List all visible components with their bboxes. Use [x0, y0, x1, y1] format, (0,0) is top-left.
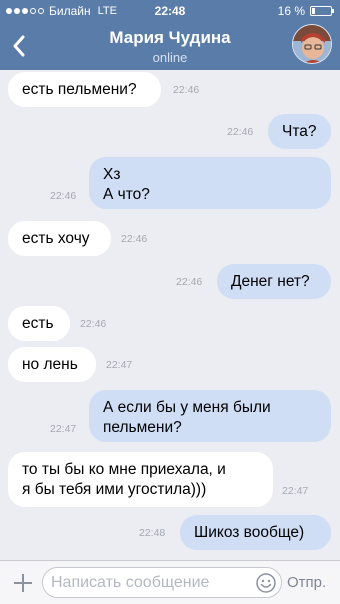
battery-icon: [310, 6, 334, 16]
message-text: то ты бы ко мне приехала, и: [22, 461, 226, 478]
composer-bar: Написать сообщение Отпр.: [0, 560, 340, 604]
message-time: 22:47: [282, 485, 309, 497]
status-bar: Билайн LTE 22:48 16 %: [0, 0, 340, 22]
message-text: есть пельмени?: [22, 80, 137, 98]
battery-percent: 16 %: [277, 4, 305, 18]
message-bubble[interactable]: есть хочу: [8, 221, 111, 256]
message-time: 22:46: [227, 126, 254, 138]
message-bubble[interactable]: есть пельмени?: [8, 72, 161, 107]
message-time: 22:46: [173, 84, 200, 96]
message-bubble[interactable]: Чта?: [268, 114, 331, 149]
message-time: 22:48: [139, 527, 166, 539]
plus-icon: [14, 574, 32, 592]
message-text: Шикоз вообще): [194, 523, 305, 541]
emoji-button[interactable]: [255, 572, 277, 594]
message-input-placeholder: Написать сообщение: [51, 574, 210, 591]
message-text: есть: [22, 314, 54, 332]
message-time: 22:46: [80, 318, 107, 330]
contact-name[interactable]: Мария Чудина: [0, 28, 340, 48]
message-bubble[interactable]: но лень: [8, 347, 96, 382]
message-bubble[interactable]: Хз А что?: [89, 157, 331, 209]
message-text: пельмени?: [103, 419, 182, 436]
message-bubble[interactable]: есть: [8, 306, 70, 341]
message-text: А если бы у меня были: [103, 399, 271, 416]
battery-level: [312, 8, 315, 14]
message-time: 22:46: [121, 233, 148, 245]
smiley-icon: [256, 573, 276, 593]
message-text: Денег нет?: [231, 272, 310, 290]
avatar-photo: [293, 25, 331, 63]
message-text: А что?: [103, 186, 150, 203]
message-time: 22:46: [176, 276, 203, 288]
message-time: 22:47: [106, 359, 133, 371]
message-bubble[interactable]: Денег нет?: [217, 264, 331, 299]
message-time: 22:46: [50, 190, 77, 202]
message-text: есть хочу: [22, 229, 90, 247]
status-right: 16 %: [277, 4, 334, 18]
chat-header: Мария Чудина online: [0, 22, 340, 70]
message-bubble[interactable]: А если бы у меня были пельмени?: [89, 390, 331, 442]
message-time: 22:47: [50, 423, 77, 435]
message-bubble[interactable]: Шикоз вообще): [180, 515, 331, 550]
message-text: Хз: [103, 166, 121, 183]
message-bubble[interactable]: то ты бы ко мне приехала, и я бы тебя им…: [8, 452, 273, 507]
send-button[interactable]: Отпр.: [287, 574, 326, 591]
message-text: но лень: [22, 355, 78, 373]
contact-status: online: [152, 50, 188, 65]
message-input[interactable]: Написать сообщение: [42, 567, 282, 598]
message-text: Чта?: [282, 122, 317, 140]
attach-button[interactable]: [10, 570, 36, 596]
avatar[interactable]: [292, 24, 332, 64]
message-text: я бы тебя ими угостила))): [22, 481, 207, 498]
